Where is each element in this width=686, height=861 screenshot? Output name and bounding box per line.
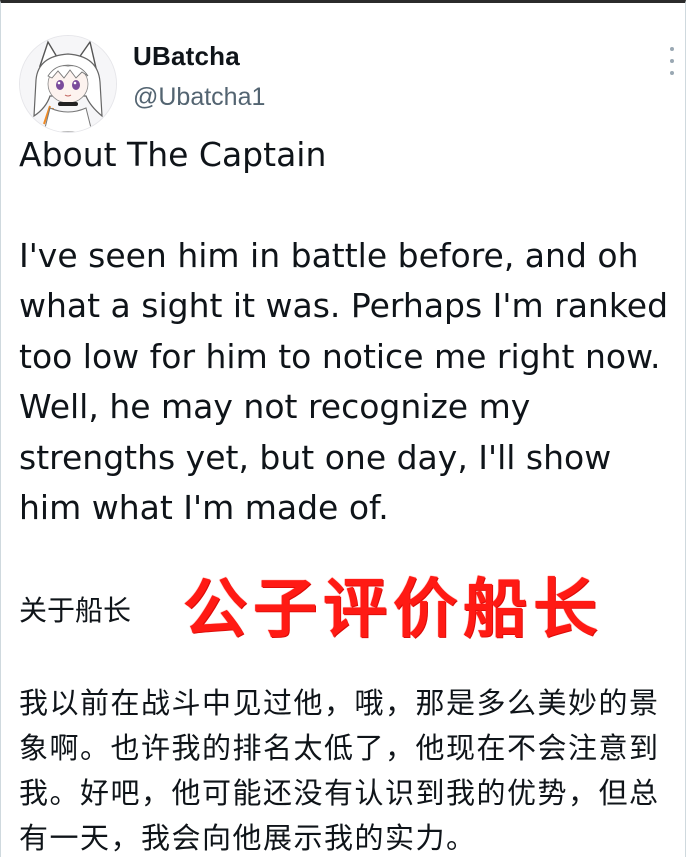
- user-handle[interactable]: @Ubatcha1: [133, 83, 265, 112]
- anime-catgirl-avatar-icon: [20, 36, 116, 132]
- tweet-title-english: About The Captain: [19, 135, 327, 174]
- tweet-text-english: About The Captain I've seen him in battl…: [19, 130, 679, 534]
- avatar[interactable]: [19, 35, 117, 133]
- display-name[interactable]: UBatcha: [133, 41, 240, 72]
- more-vertical-icon[interactable]: [662, 47, 682, 75]
- tweet-title-chinese: 关于船长: [19, 594, 132, 627]
- overlay-banner-text: 公子评价船长: [183, 573, 603, 647]
- dot: [670, 47, 674, 51]
- dot: [670, 59, 674, 63]
- tweet-body-english: I've seen him in battle before, and oh w…: [19, 235, 669, 528]
- tweet-body-chinese: 我以前在战斗中见过他，哦，那是多么美妙的景象啊。也许我的排名太低了，他现在不会注…: [19, 686, 660, 855]
- tweet-card: UBatcha @Ubatcha1 About The Captain I've…: [0, 0, 686, 857]
- dot: [670, 71, 674, 75]
